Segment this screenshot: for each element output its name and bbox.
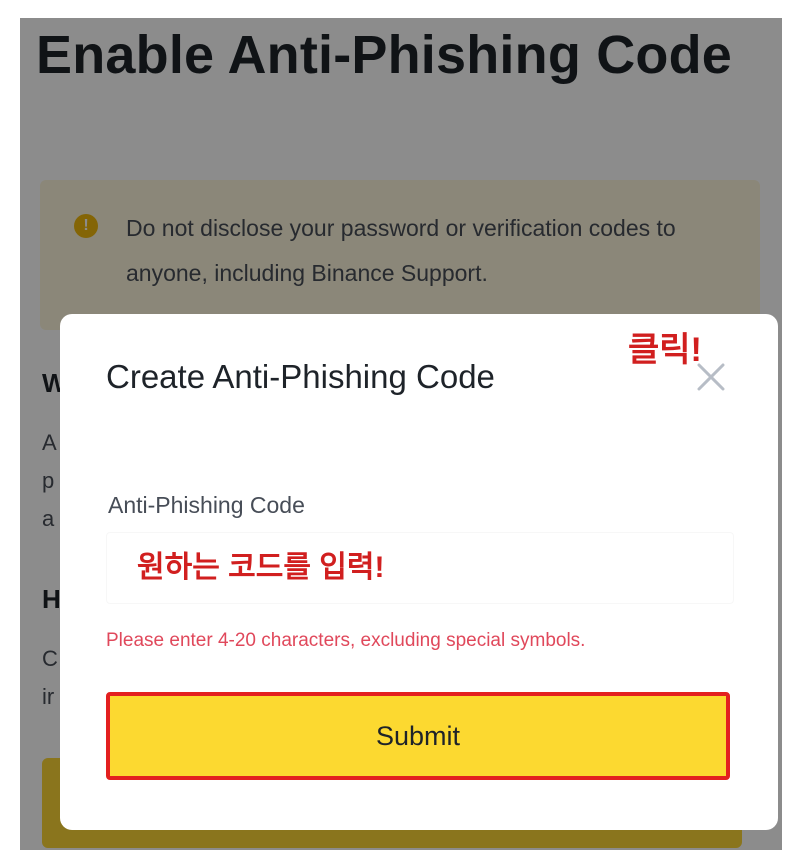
anti-phishing-modal: Create Anti-Phishing Code Anti-Phishing …	[60, 314, 778, 830]
click-annotation: 클릭!	[628, 331, 702, 369]
anti-phishing-code-label: Anti-Phishing Code	[108, 492, 305, 518]
anti-phishing-code-input[interactable]	[106, 532, 734, 604]
submit-button[interactable]: Submit	[106, 692, 730, 780]
modal-title: Create Anti-Phishing Code	[106, 358, 495, 395]
input-hint: Please enter 4-20 characters, excluding …	[106, 630, 586, 651]
